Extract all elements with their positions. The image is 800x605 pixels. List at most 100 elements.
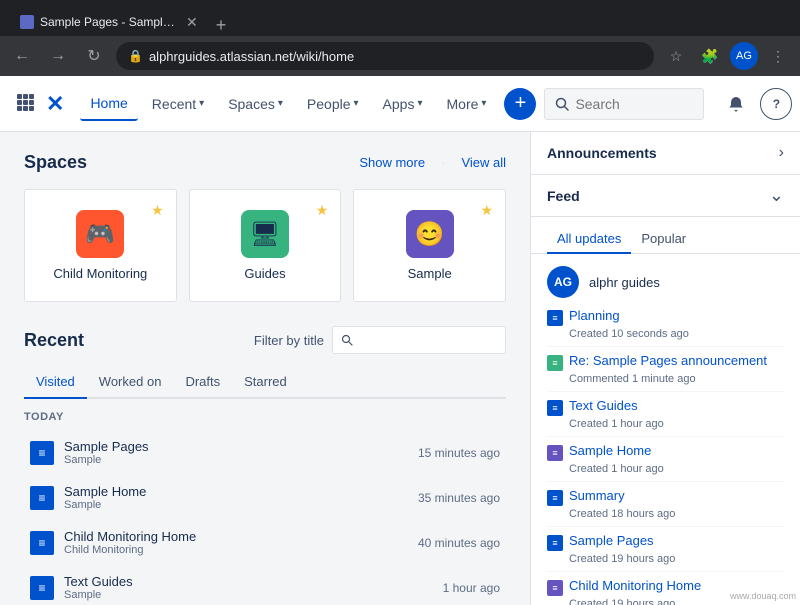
feed-item-link-1[interactable]: Re: Sample Pages announcement xyxy=(569,353,767,368)
space-card-sample[interactable]: 😊 Sample ★ xyxy=(353,189,506,302)
filter-input-container[interactable] xyxy=(332,326,506,354)
grid-icon[interactable] xyxy=(16,93,34,114)
item-title-2: Child Monitoring Home xyxy=(64,529,408,544)
address-bar[interactable]: 🔒 xyxy=(116,42,654,70)
nav-recent[interactable]: Recent ▾ xyxy=(142,88,214,120)
spaces-header: Spaces Show more · View all xyxy=(24,152,506,173)
notification-button[interactable] xyxy=(720,88,752,120)
space-card-guides[interactable]: 🖥 Guides ★ xyxy=(189,189,342,302)
space-name-child-monitoring: Child Monitoring xyxy=(53,266,147,281)
recent-item-1[interactable]: ≡ Sample Home Sample 35 minutes ago xyxy=(24,476,506,519)
feed-tabs: All updates Popular xyxy=(531,217,800,254)
tab-drafts[interactable]: Drafts xyxy=(173,366,232,399)
feed-item-5: ≡ Sample Pages Created 19 hours ago xyxy=(547,527,784,572)
left-content: Spaces Show more · View all 🎮 Child Moni… xyxy=(0,132,530,605)
extensions-icon[interactable]: 🧩 xyxy=(696,42,724,70)
feed-item-meta-2: Created 1 hour ago xyxy=(569,418,784,430)
add-button[interactable]: + xyxy=(504,88,536,120)
star-icon-guides[interactable]: ★ xyxy=(316,202,329,219)
spaces-title: Spaces xyxy=(24,152,87,173)
forward-button[interactable]: → xyxy=(44,42,72,70)
back-button[interactable]: ← xyxy=(8,42,36,70)
tab-starred[interactable]: Starred xyxy=(232,366,299,399)
space-card-child-monitoring[interactable]: 🎮 Child Monitoring ★ xyxy=(24,189,177,302)
feed-item-title-row-2: ≡ Text Guides xyxy=(547,398,784,416)
feed-item-link-6[interactable]: Child Monitoring Home xyxy=(569,578,701,593)
spaces-chevron: ▾ xyxy=(278,98,283,109)
browser-chrome: Sample Pages - Sample - Conflu... ✕ + xyxy=(0,0,800,36)
recent-title: Recent xyxy=(24,330,84,351)
item-title-1: Sample Home xyxy=(64,484,408,499)
nav-people[interactable]: People ▾ xyxy=(297,88,369,120)
star-icon-sample[interactable]: ★ xyxy=(480,202,493,219)
feed-chevron[interactable]: ⌄ xyxy=(769,185,784,206)
profile-icon[interactable]: AG xyxy=(730,42,758,70)
nav-apps[interactable]: Apps ▾ xyxy=(373,88,433,120)
item-info-0: Sample Pages Sample xyxy=(64,439,408,466)
tab-worked-on[interactable]: Worked on xyxy=(87,366,174,399)
nav-spaces[interactable]: Spaces ▾ xyxy=(218,88,293,120)
feed-doc-icon-1: ≡ xyxy=(547,355,563,371)
confluence-logo[interactable]: ✕ xyxy=(46,91,64,117)
feed-item-link-0[interactable]: Planning xyxy=(569,308,620,323)
space-icon-sample: 😊 xyxy=(406,210,454,258)
announcements-chevron: › xyxy=(779,144,784,162)
feed-item-meta-5: Created 19 hours ago xyxy=(569,553,784,565)
item-time-2: 40 minutes ago xyxy=(418,536,500,550)
item-time-3: 1 hour ago xyxy=(443,581,500,595)
show-more-link[interactable]: Show more xyxy=(359,155,425,170)
reload-button[interactable]: ↻ xyxy=(80,42,108,70)
search-bar[interactable] xyxy=(544,88,704,120)
item-space-2: Child Monitoring xyxy=(64,544,408,556)
feed-item-4: ≡ Summary Created 18 hours ago xyxy=(547,482,784,527)
feed-item-link-4[interactable]: Summary xyxy=(569,488,625,503)
doc-icon-1: ≡ xyxy=(30,486,54,510)
nav-more[interactable]: More ▾ xyxy=(437,88,497,120)
space-name-guides: Guides xyxy=(244,266,285,281)
filter-input[interactable] xyxy=(357,333,497,348)
star-icon-child-monitoring[interactable]: ★ xyxy=(151,202,164,219)
feed-title: Feed xyxy=(547,188,580,204)
filter-by-title: Filter by title xyxy=(254,326,506,354)
active-tab[interactable]: Sample Pages - Sample - Conflu... ✕ xyxy=(8,8,210,36)
announcements-title: Announcements xyxy=(547,145,657,161)
feed-doc-icon-4: ≡ xyxy=(547,490,563,506)
tab-close-icon[interactable]: ✕ xyxy=(186,14,198,31)
tab-visited[interactable]: Visited xyxy=(24,366,87,399)
browser-icons: ☆ 🧩 AG ⋮ xyxy=(662,42,792,70)
recent-item-3[interactable]: ≡ Text Guides Sample 1 hour ago xyxy=(24,566,506,605)
feed-tab-popular[interactable]: Popular xyxy=(631,225,696,254)
nav-home[interactable]: Home xyxy=(80,87,137,121)
feed-item-link-5[interactable]: Sample Pages xyxy=(569,533,654,548)
watermark: www.douaq.com xyxy=(730,591,796,601)
view-all-link[interactable]: View all xyxy=(461,155,506,170)
announcements-header[interactable]: Announcements › xyxy=(531,132,800,174)
tab-favicon xyxy=(20,15,34,29)
more-chevron: ▾ xyxy=(481,98,486,109)
item-title-0: Sample Pages xyxy=(64,439,408,454)
item-space-0: Sample xyxy=(64,454,408,466)
feed-item-3: ≡ Sample Home Created 1 hour ago xyxy=(547,437,784,482)
space-icon-guides: 🖥 xyxy=(241,210,289,258)
browser-toolbar: ← → ↻ 🔒 ☆ 🧩 AG ⋮ xyxy=(0,36,800,76)
feed-item-title-row-0: ≡ Planning xyxy=(547,308,784,326)
nav-actions: ? AG xyxy=(720,88,800,120)
bookmark-icon[interactable]: ☆ xyxy=(662,42,690,70)
feed-tab-all-updates[interactable]: All updates xyxy=(547,225,631,254)
item-time-0: 15 minutes ago xyxy=(418,446,500,460)
doc-icon-3: ≡ xyxy=(30,576,54,600)
url-input[interactable] xyxy=(149,49,642,64)
recent-tabs: Visited Worked on Drafts Starred xyxy=(24,366,506,399)
menu-icon[interactable]: ⋮ xyxy=(764,42,792,70)
recent-item-0[interactable]: ≡ Sample Pages Sample 15 minutes ago xyxy=(24,431,506,474)
help-button[interactable]: ? xyxy=(760,88,792,120)
feed-item-link-3[interactable]: Sample Home xyxy=(569,443,651,458)
recent-item-2[interactable]: ≡ Child Monitoring Home Child Monitoring… xyxy=(24,521,506,564)
search-input[interactable] xyxy=(575,96,675,112)
search-icon xyxy=(555,97,569,111)
new-tab-button[interactable]: + xyxy=(212,15,231,36)
feed-item-0: ≡ Planning Created 10 seconds ago xyxy=(547,302,784,347)
feed-doc-icon-3: ≡ xyxy=(547,445,563,461)
feed-item-link-2[interactable]: Text Guides xyxy=(569,398,638,413)
item-space-3: Sample xyxy=(64,589,433,601)
